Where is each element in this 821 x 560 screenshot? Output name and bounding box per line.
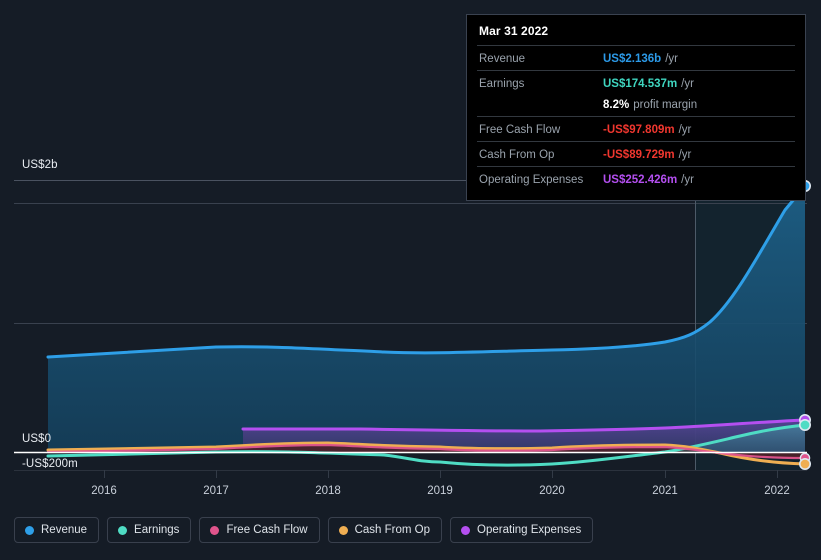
tooltip-row-value-wrap: US$252.426m/yr [603,170,694,188]
tooltip-row: 8.2% profit margin [477,95,795,116]
x-axis-label-2017: 2017 [203,485,229,497]
legend-item-label: Earnings [134,524,180,536]
legend-dot-icon [210,525,220,535]
tooltip-row-value-wrap: 8.2% profit margin [603,95,697,113]
tooltip-row-value-wrap: US$174.537m/yr [603,74,694,92]
tooltip-row-label: Revenue [479,53,526,65]
x-tick-marks [104,470,778,478]
legend-dot-icon [338,525,348,535]
legend-item-free-cash-flow[interactable]: Free Cash Flow [199,517,320,543]
x-axis-label-2020: 2020 [539,485,565,497]
tooltip-row-unit: /yr [681,78,694,90]
legend-dot-icon [25,525,34,535]
tooltip-row: Revenue US$2.136b/yr [477,45,795,70]
tooltip-row-unit: /yr [678,124,692,136]
tooltip-row-label: Cash From Op [479,149,555,161]
tooltip-row-value: US$252.426m [603,174,678,186]
chart-tooltip: Mar 31 2022 Revenue US$2.136b/yr Earnings U… [466,14,806,201]
x-axis-label-2018: 2018 [315,485,341,497]
tooltip-row: Operating Expenses US$252.426m/yr [477,166,795,191]
tooltip-row-value-wrap: US$2.136b/yr [603,49,678,67]
y-axis-label-top: US$2b [22,159,58,171]
tooltip-row-value: US$2.136b [603,53,662,65]
series-line-revenue [46,184,807,359]
legend-item-earnings[interactable]: Earnings [107,517,192,543]
endpoint-cashfromop [798,457,811,470]
tooltip-row-unit: /yr [681,174,694,186]
tooltip-row-label: Free Cash Flow [479,124,561,136]
endpoint-earnings [798,418,811,431]
tooltip-row-value: US$174.537m [603,78,678,90]
legend-item-operating-expenses[interactable]: Operating Expenses [450,517,594,543]
x-axis-label-2019: 2019 [427,485,453,497]
legend-dot-icon [118,525,128,535]
tooltip-row-value-wrap: -US$89.729m/yr [603,145,691,163]
legend-item-label: Revenue [41,524,88,536]
legend-item-cash-from-op[interactable]: Cash From Op [327,517,443,543]
legend-dot-icon [461,525,471,535]
tooltip-row-label: Earnings [479,78,525,90]
legend-item-label: Free Cash Flow [226,524,308,536]
x-axis-label-2022: 2022 [764,485,790,497]
series-area-revenue [48,186,805,452]
tooltip-row: Earnings US$174.537m/yr [477,70,795,95]
tooltip-row-unit: /yr [665,53,678,65]
tooltip-row-unit: profit margin [633,99,698,111]
tooltip-row-value: 8.2% [603,99,630,111]
tooltip-row: Cash From Op -US$89.729m/yr [477,141,795,166]
legend-item-label: Operating Expenses [477,524,582,536]
y-axis-label-negative: -US$200m [22,458,78,470]
tooltip-row-label: Operating Expenses [479,174,584,186]
tooltip-date: Mar 31 2022 [479,24,549,38]
tooltip-row-value: -US$97.809m [603,124,675,136]
tooltip-row-unit: /yr [678,149,692,161]
tooltip-row: Free Cash Flow -US$97.809m/yr [477,116,795,141]
y-axis-label-zero: US$0 [22,433,52,445]
legend-item-revenue[interactable]: Revenue [14,517,100,543]
tooltip-row-value-wrap: -US$97.809m/yr [603,120,691,138]
legend-item-label: Cash From Op [354,524,431,536]
chart-legend[interactable]: Revenue Earnings Free Cash Flow Cash From O… [14,517,594,543]
x-axis-label-2021: 2021 [652,485,678,497]
tooltip-rows: Revenue US$2.136b/yr Earnings US$174.537m/y… [477,45,795,191]
x-axis-label-2016: 2016 [91,485,117,497]
chart-page: US$2b US$0 -US$200m 2016 2017 2018 2019 2020… [0,0,821,560]
tooltip-row-value: -US$89.729m [603,149,675,161]
